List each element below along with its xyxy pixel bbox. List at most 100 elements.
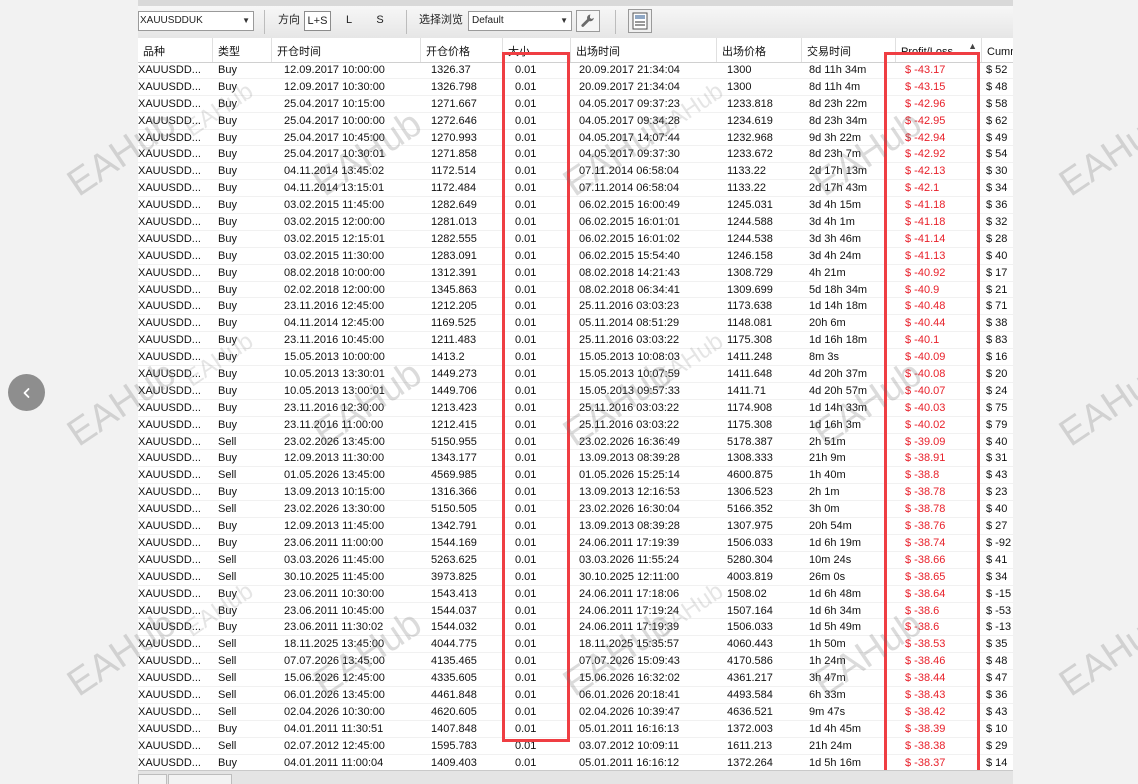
export-csv-button[interactable] [628, 9, 652, 33]
table-row[interactable]: XAUUSDD... Buy 23.11.2016 12:45:00 1212.205… [138, 298, 1013, 316]
view-dropdown[interactable]: Default ▼ [468, 11, 572, 31]
table-row[interactable]: XAUUSDD... Buy 25.04.2017 10:30:01 1271.858… [138, 146, 1013, 164]
column-header-type[interactable]: 类型 [212, 38, 271, 62]
cell-open-time: 25.04.2017 10:30:01 [284, 148, 385, 161]
table-row[interactable]: XAUUSDD... Buy 02.02.2018 12:00:00 1345.863… [138, 282, 1013, 299]
table-row[interactable]: XAUUSDD... Buy 04.11.2014 13:15:01 1172.484… [138, 180, 1013, 198]
previous-image-button[interactable] [8, 374, 45, 411]
table-row[interactable]: XAUUSDD... Sell 15.06.2026 12:45:00 4335.60… [138, 670, 1013, 687]
table-row[interactable]: XAUUSDD... Buy 04.11.2014 13:45:02 1172.514… [138, 163, 1013, 181]
table-row[interactable]: XAUUSDD... Buy 23.06.2011 10:30:00 1543.413… [138, 586, 1013, 603]
table-row[interactable]: XAUUSDD... Buy 04.01.2011 11:30:51 1407.848… [138, 721, 1013, 738]
cell-exit-price: 1307.975 [727, 520, 773, 533]
direction-long-button[interactable]: L [341, 11, 357, 31]
cell-size: 0.01 [515, 469, 537, 482]
cell-exit-price: 1411.648 [727, 368, 773, 381]
cell-open-time: 03.03.2026 11:45:00 [284, 553, 385, 566]
cell-profit-loss: $ -39.09 [905, 435, 946, 448]
table-row[interactable]: XAUUSDD... Buy 12.09.2013 11:45:00 1342.791… [138, 518, 1013, 535]
table-row[interactable]: XAUUSDD... Buy 12.09.2017 10:30:00 1326.798… [138, 79, 1013, 96]
cell-exit-price: 5178.387 [727, 435, 773, 448]
cell-open-time: 12.09.2013 11:30:00 [284, 452, 385, 465]
table-row[interactable]: XAUUSDD... Buy 03.02.2015 11:45:00 1282.649… [138, 197, 1013, 215]
table-row[interactable]: XAUUSDD... Buy 23.11.2016 10:45:00 1211.483… [138, 332, 1013, 350]
table-row[interactable]: XAUUSDD... Buy 03.02.2015 11:30:00 1283.091… [138, 248, 1013, 265]
table-row[interactable]: XAUUSDD... Sell 01.05.2026 13:45:00 4569.98… [138, 467, 1013, 485]
table-row[interactable]: XAUUSDD... Sell 30.10.2025 11:45:00 3973.82… [138, 569, 1013, 586]
table-row[interactable]: XAUUSDD... Buy 25.04.2017 10:45:00 1270.993… [138, 130, 1013, 147]
cell-type: Buy [218, 486, 237, 499]
table-row[interactable]: XAUUSDD... Buy 23.06.2011 11:30:02 1544.032… [138, 619, 1013, 637]
cell-trade-duration: 3h 0m [809, 503, 840, 516]
table-row[interactable]: XAUUSDD... Buy 08.02.2018 10:00:00 1312.391… [138, 265, 1013, 282]
direction-long-short-button[interactable]: L+S [304, 11, 331, 31]
column-header-size[interactable]: 大小 [502, 38, 570, 62]
table-row[interactable]: XAUUSDD... Buy 03.02.2015 12:15:01 1282.555… [138, 231, 1013, 248]
table-row[interactable]: XAUUSDD... Buy 13.09.2013 10:15:00 1316.366… [138, 484, 1013, 502]
column-header-open-time[interactable]: 开仓时间 [271, 38, 420, 62]
table-row[interactable]: XAUUSDD... Sell 06.01.2026 13:45:00 4461.84… [138, 687, 1013, 704]
column-header-exit-time[interactable]: 出场时间 [570, 38, 716, 62]
cell-cumulative: $ 58 [986, 97, 1008, 110]
column-header-profit-loss[interactable]: Profit/Loss ▲ [895, 38, 981, 62]
table-row[interactable]: XAUUSDD... Sell 03.03.2026 11:45:00 5263.62… [138, 552, 1013, 569]
table-row[interactable]: XAUUSDD... Buy 03.02.2015 12:00:00 1281.013… [138, 214, 1013, 231]
cell-exit-price: 1245.031 [727, 199, 773, 212]
view-settings-button[interactable] [576, 10, 600, 32]
column-header-symbol[interactable]: 品种 [138, 38, 212, 62]
table-row[interactable]: XAUUSDD... Sell 23.02.2026 13:45:00 5150.95… [138, 434, 1013, 451]
cell-cumulative: $ 24 [986, 384, 1008, 397]
cell-type: Sell [218, 638, 237, 651]
cell-exit-time: 04.05.2017 09:34:28 [579, 114, 680, 127]
column-header-open-price[interactable]: 开仓价格 [420, 38, 502, 62]
cell-type: Buy [218, 182, 237, 195]
bottom-tab[interactable] [168, 774, 232, 784]
cell-size: 0.01 [515, 756, 537, 769]
column-header-trade-duration[interactable]: 交易时间 [801, 38, 895, 62]
symbol-dropdown[interactable]: XAUUSDDUK ▼ [138, 11, 254, 31]
table-row[interactable]: XAUUSDD... Buy 12.09.2017 10:00:00 1326.37 0… [138, 62, 1013, 79]
cell-type: Buy [218, 249, 237, 262]
cell-profit-loss: $ -38.46 [905, 655, 946, 668]
cell-profit-loss: $ -38.44 [905, 672, 946, 685]
column-header-cumulative[interactable]: Cumm [981, 38, 1013, 62]
table-row[interactable]: XAUUSDD... Sell 02.04.2026 10:30:00 4620.60… [138, 704, 1013, 721]
cell-symbol: XAUUSDD... [138, 232, 201, 245]
table-row[interactable]: XAUUSDD... Buy 23.06.2011 11:00:00 1544.169… [138, 535, 1013, 552]
header-label: Cumm [987, 46, 1013, 58]
table-row[interactable]: XAUUSDD... Sell 07.07.2026 13:45:00 4135.46… [138, 653, 1013, 671]
table-row[interactable]: XAUUSDD... Buy 25.04.2017 10:00:00 1272.646… [138, 113, 1013, 130]
cell-size: 0.01 [515, 452, 537, 465]
table-row[interactable]: XAUUSDD... Sell 02.07.2012 12:45:00 1595.78… [138, 738, 1013, 755]
table-row[interactable]: XAUUSDD... Buy 23.06.2011 10:45:00 1544.037… [138, 603, 1013, 620]
cell-symbol: XAUUSDD... [138, 148, 201, 161]
table-row[interactable]: XAUUSDD... Buy 15.05.2013 10:00:00 1413.2 0.… [138, 349, 1013, 367]
cell-profit-loss: $ -38.37 [905, 756, 946, 769]
table-row[interactable]: XAUUSDD... Buy 25.04.2017 10:15:00 1271.667… [138, 96, 1013, 113]
table-row[interactable]: XAUUSDD... Sell 18.11.2025 13:45:00 4044.77… [138, 636, 1013, 654]
cell-trade-duration: 8d 11h 4m [809, 80, 861, 93]
direction-short-button[interactable]: S [372, 11, 388, 31]
table-row[interactable]: XAUUSDD... Sell 23.02.2026 13:30:00 5150.50… [138, 501, 1013, 519]
table-row[interactable]: XAUUSDD... Buy 12.09.2013 11:30:00 1343.177… [138, 450, 1013, 468]
table-row[interactable]: XAUUSDD... Buy 04.11.2014 12:45:00 1169.525… [138, 315, 1013, 333]
cell-size: 0.01 [515, 604, 537, 617]
wrench-icon [581, 14, 594, 27]
cell-type: Sell [218, 672, 237, 685]
cell-exit-price: 5166.352 [727, 503, 773, 516]
header-label: 品种 [143, 46, 165, 58]
column-header-exit-price[interactable]: 出场价格 [716, 38, 801, 62]
table-row[interactable]: XAUUSDD... Buy 10.05.2013 13:00:01 1449.706… [138, 383, 1013, 400]
cell-exit-price: 5280.304 [727, 553, 773, 566]
table-row[interactable]: XAUUSDD... Buy 10.05.2013 13:30:01 1449.273… [138, 366, 1013, 383]
cell-profit-loss: $ -38.53 [905, 638, 946, 651]
bottom-tab[interactable] [138, 774, 167, 784]
cell-trade-duration: 10m 24s [809, 553, 852, 566]
table-row[interactable]: XAUUSDD... Buy 23.11.2016 12:30:00 1213.423… [138, 400, 1013, 417]
cell-exit-price: 4600.875 [727, 469, 773, 482]
cell-symbol: XAUUSDD... [138, 64, 201, 76]
table-row[interactable]: XAUUSDD... Buy 23.11.2016 11:00:00 1212.415… [138, 417, 1013, 434]
cell-open-price: 1212.415 [431, 418, 477, 431]
table-row[interactable]: XAUUSDD... Buy 04.01.2011 11:00:04 1409.403… [138, 755, 1013, 772]
cell-open-time: 04.01.2011 11:00:04 [284, 756, 384, 769]
